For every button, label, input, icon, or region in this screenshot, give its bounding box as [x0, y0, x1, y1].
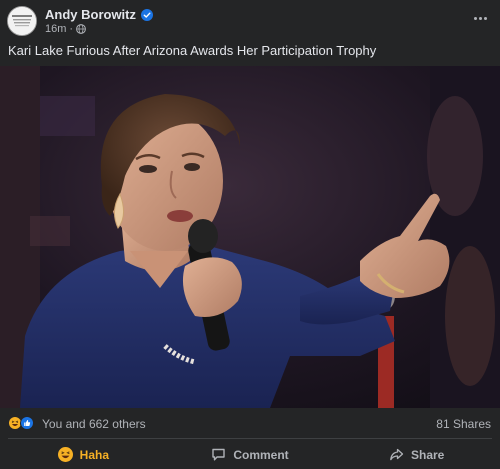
share-arrow-icon [389, 447, 404, 462]
post-meta: 16m · [45, 23, 86, 35]
like-reaction-icon [20, 416, 35, 431]
shares-count[interactable]: 81 Shares [436, 417, 491, 431]
author-name[interactable]: Andy Borowitz [45, 7, 136, 22]
verified-badge-icon [141, 8, 153, 21]
comment-label: Comment [233, 447, 289, 462]
meta-separator: · [69, 23, 74, 35]
globe-icon [76, 24, 86, 34]
reaction-icons[interactable] [8, 416, 35, 431]
share-button[interactable]: Share [333, 440, 500, 469]
haha-icon [57, 447, 73, 462]
facebook-post: Andy Borowitz 16m · Kari Lake Furious Af… [0, 0, 500, 469]
comment-button[interactable]: Comment [167, 440, 334, 469]
more-options-icon[interactable] [468, 8, 492, 28]
reactions-summary[interactable]: You and 662 others [42, 417, 146, 431]
author-row: Andy Borowitz [45, 6, 153, 22]
post-text: Kari Lake Furious After Arizona Awards H… [8, 43, 377, 58]
actions-divider [8, 438, 492, 439]
post-timestamp[interactable]: 16m [45, 23, 66, 35]
author-avatar[interactable] [7, 6, 37, 36]
post-photo[interactable] [0, 66, 500, 408]
reactions-row: You and 662 others 81 Shares [0, 408, 500, 438]
comment-bubble-icon [211, 447, 226, 462]
share-label: Share [411, 447, 445, 462]
haha-label: Haha [79, 447, 109, 462]
haha-button[interactable]: Haha [0, 440, 167, 469]
post-header: Andy Borowitz 16m · [0, 0, 500, 40]
action-bar: Haha Comment Share [0, 440, 500, 469]
